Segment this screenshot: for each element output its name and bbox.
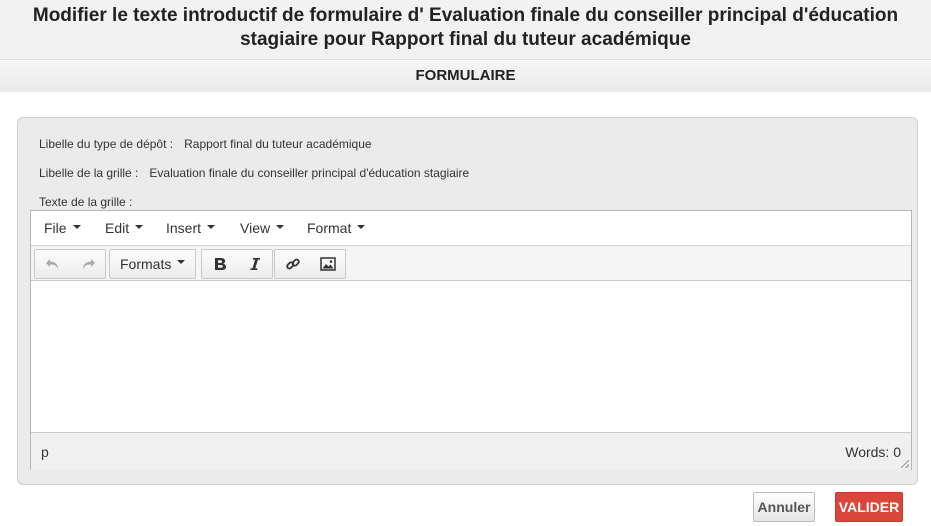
undo-icon — [45, 259, 58, 269]
redo-button[interactable] — [70, 250, 105, 278]
editor-menubar: File Edit Insert View Format — [31, 211, 911, 246]
link-button[interactable] — [275, 250, 310, 278]
style-group — [201, 249, 273, 279]
grille-label: Libelle de la grille : — [39, 166, 139, 180]
menu-insert-label: Insert — [166, 220, 202, 236]
word-count: Words: 0 — [845, 444, 901, 460]
italic-icon — [249, 258, 260, 270]
cancel-button[interactable]: Annuler — [753, 492, 815, 522]
bold-icon — [214, 258, 226, 270]
bold-button[interactable] — [202, 250, 237, 278]
menu-edit[interactable]: Edit — [105, 220, 144, 236]
menu-view[interactable]: View — [240, 220, 285, 236]
section-header: FORMULAIRE — [0, 59, 931, 93]
chevron-down-icon — [135, 225, 144, 230]
insert-group — [274, 249, 346, 279]
chevron-down-icon — [177, 260, 186, 264]
rich-text-editor: File Edit Insert View Format Formats p W… — [30, 210, 912, 470]
page-title: Modifier le texte introductif de formula… — [0, 4, 931, 52]
resize-handle-icon[interactable] — [901, 460, 909, 468]
grille-value: Evaluation finale du conseiller principa… — [149, 166, 470, 180]
menu-format-label: Format — [307, 220, 352, 236]
menu-view-label: View — [240, 220, 271, 236]
link-icon — [285, 258, 300, 270]
chevron-down-icon — [207, 225, 216, 230]
editor-toolbar: Formats — [31, 246, 911, 281]
formats-dropdown[interactable]: Formats — [110, 250, 195, 278]
image-icon — [319, 257, 336, 271]
menu-file-label: File — [44, 220, 67, 236]
page-title-line-2: stagiaire pour Rapport final du tuteur a… — [240, 29, 691, 50]
texte-grille-label: Texte de la grille : — [39, 195, 133, 209]
depot-type-value: Rapport final du tuteur académique — [184, 137, 372, 151]
undo-button[interactable] — [35, 250, 70, 278]
chevron-down-icon — [276, 225, 285, 230]
texte-grille-row: Texte de la grille : — [39, 195, 132, 209]
element-path[interactable]: p — [41, 444, 49, 460]
formats-label: Formats — [120, 256, 172, 272]
menu-insert[interactable]: Insert — [166, 220, 216, 236]
redo-icon — [82, 259, 95, 269]
history-group — [34, 249, 106, 279]
menu-file[interactable]: File — [44, 220, 81, 236]
grille-row: Libelle de la grille : Evaluation finale … — [39, 166, 469, 180]
depot-type-row: Libelle du type de dépôt : Rapport final … — [39, 137, 372, 151]
menu-edit-label: Edit — [105, 220, 130, 236]
editor-content-area[interactable] — [31, 281, 911, 431]
editor-statusbar: p Words: 0 — [31, 432, 911, 470]
italic-button[interactable] — [237, 250, 272, 278]
formats-group: Formats — [109, 249, 197, 279]
form-panel: Libelle du type de dépôt : Rapport final … — [17, 117, 918, 485]
depot-type-label: Libelle du type de dépôt : — [39, 137, 174, 151]
submit-button[interactable]: VALIDER — [835, 492, 903, 522]
page-title-line-1: Modifier le texte introductif de formula… — [32, 5, 899, 26]
chevron-down-icon — [72, 225, 81, 230]
menu-format[interactable]: Format — [307, 220, 366, 236]
image-button[interactable] — [310, 250, 345, 278]
chevron-down-icon — [357, 225, 366, 230]
